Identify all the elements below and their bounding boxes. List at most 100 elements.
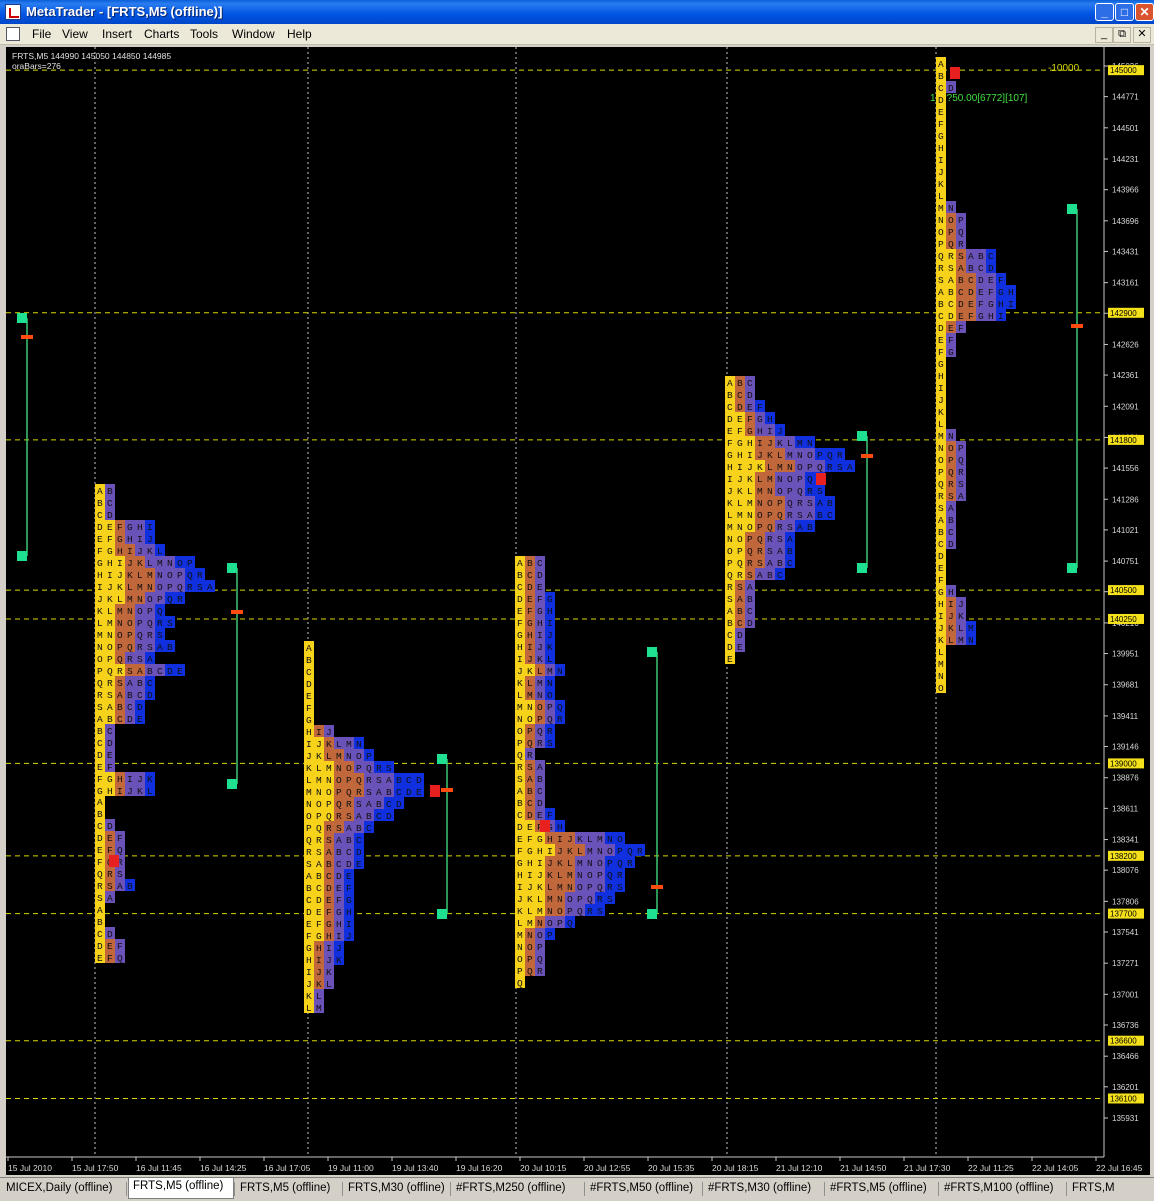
tpo-letter: L xyxy=(767,462,773,473)
chart-tab[interactable]: #FRTS,M50 (offline) xyxy=(586,1180,702,1198)
tpo-letter: A xyxy=(117,881,123,892)
tpo-letter: D xyxy=(127,714,133,725)
tpo-letter: R xyxy=(306,847,312,858)
tpo-letter: S xyxy=(817,486,823,497)
menu-help[interactable]: Help xyxy=(287,27,312,41)
tpo-letter: Q xyxy=(627,846,633,857)
tpo-letter: D xyxy=(988,263,994,274)
time-tick-label: 19 Jul 11:00 xyxy=(328,1163,374,1173)
tpo-letter: I xyxy=(336,931,342,942)
chart-tab[interactable]: FRTS,M30 (offline) xyxy=(344,1180,450,1198)
tpo-letter: A xyxy=(366,799,372,810)
tpo-letter: S xyxy=(797,510,803,521)
tpo-letter: G xyxy=(117,534,123,545)
tpo-letter: F xyxy=(316,919,322,930)
tpo-letter: A xyxy=(127,678,133,689)
menu-window[interactable]: Window xyxy=(232,27,275,41)
range-high-marker xyxy=(227,563,237,573)
tpo-letter: B xyxy=(517,570,523,581)
time-tick-label: 21 Jul 14:50 xyxy=(840,1163,887,1173)
chart-tab[interactable]: #FRTS,M30 (offline) xyxy=(704,1180,824,1198)
tpo-letter: R xyxy=(537,966,543,977)
tpo-letter: I xyxy=(137,534,143,545)
window-title: MetaTrader - [FRTS,M5 (offline)] xyxy=(26,4,223,19)
tpo-letter: G xyxy=(97,558,103,569)
tpo-letter: O xyxy=(517,726,523,737)
time-tick-label: 16 Jul 14:25 xyxy=(200,1163,247,1173)
tpo-letter: B xyxy=(807,522,813,533)
tpo-letter: B xyxy=(767,570,773,581)
tpo-letter: A xyxy=(777,546,783,557)
tpo-letter: E xyxy=(517,606,523,617)
menu-tools[interactable]: Tools xyxy=(190,27,218,41)
range-low-marker xyxy=(17,551,27,561)
tpo-letter: J xyxy=(107,582,113,593)
tpo-letter: Q xyxy=(157,606,163,617)
tpo-letter: I xyxy=(316,955,322,966)
price-level-label: 145000 xyxy=(1110,66,1137,75)
tpo-letter: C xyxy=(777,570,783,581)
chart-tab[interactable]: #FRTS,M100 (offline) xyxy=(940,1180,1066,1198)
menu-insert[interactable]: Insert xyxy=(102,27,132,41)
tpo-letter: B xyxy=(827,498,833,509)
tpo-letter: C xyxy=(517,810,523,821)
market-profile-chart[interactable]: 1450361447711445011442311439661436961434… xyxy=(6,47,1150,1175)
tpo-letter: P xyxy=(958,215,964,226)
tpo-letter: B xyxy=(948,287,954,298)
tpo-letter: O xyxy=(107,642,113,653)
tpo-letter: S xyxy=(346,811,352,822)
chart-tab[interactable]: #FRTS,M5 (offline) xyxy=(826,1180,938,1198)
chart-document-icon[interactable] xyxy=(6,27,20,41)
tpo-letter: C xyxy=(958,287,964,298)
tpo-letter: M xyxy=(316,775,322,786)
tpo-letter: R xyxy=(627,858,633,869)
tpo-letter: H xyxy=(938,599,944,610)
tpo-letter: K xyxy=(948,623,954,634)
tpo-letter: G xyxy=(326,919,332,930)
tpo-letter: S xyxy=(117,678,123,689)
close-button[interactable]: ✕ xyxy=(1135,3,1154,21)
menu-charts[interactable]: Charts xyxy=(144,27,179,41)
tpo-letter: R xyxy=(366,775,372,786)
tpo-letter: H xyxy=(517,870,523,881)
tpo-letter: N xyxy=(948,203,954,214)
tpo-letter: S xyxy=(306,859,312,870)
price-tick-label: 137001 xyxy=(1112,990,1139,999)
tpo-letter: Q xyxy=(527,738,533,749)
tpo-letter: Q xyxy=(306,835,312,846)
metatrader-app-icon[interactable] xyxy=(5,4,21,20)
tpo-letter: B xyxy=(938,71,944,82)
tab-separator xyxy=(450,1182,451,1196)
minimize-button[interactable]: _ xyxy=(1095,3,1114,21)
tpo-letter: E xyxy=(968,299,974,310)
tpo-letter: A xyxy=(97,797,103,808)
tpo-letter: C xyxy=(938,539,944,550)
chart-tab[interactable]: FRTS,M5 (offline) xyxy=(128,1178,234,1199)
maximize-button[interactable]: □ xyxy=(1115,3,1134,21)
tpo-letter: L xyxy=(316,991,322,1002)
mdi-restore-button[interactable]: ⧉ xyxy=(1113,27,1131,43)
tpo-letter: O xyxy=(117,630,123,641)
tpo-letter: N xyxy=(137,594,143,605)
chart-tab[interactable]: FRTS,M xyxy=(1068,1180,1154,1198)
tpo-letter: F xyxy=(326,907,332,918)
tpo-letter: H xyxy=(326,931,332,942)
menu-view[interactable]: View xyxy=(62,27,88,41)
tpo-letter: Q xyxy=(607,870,613,881)
tpo-letter: B xyxy=(97,809,103,820)
tpo-letter: B xyxy=(346,835,352,846)
menu-file[interactable]: File xyxy=(32,27,51,41)
poc-marker xyxy=(861,454,873,458)
chart-tab[interactable]: MICEX,Daily (offline) xyxy=(2,1180,124,1198)
tpo-letter: F xyxy=(306,931,312,942)
mdi-minimize-button[interactable]: _ xyxy=(1095,27,1113,43)
tpo-letter: P xyxy=(547,930,553,941)
chart-tab[interactable]: #FRTS,M250 (offline) xyxy=(452,1180,584,1198)
mdi-close-button[interactable]: ✕ xyxy=(1133,27,1151,43)
tpo-letter: A xyxy=(137,666,143,677)
tpo-letter: A xyxy=(968,251,974,262)
time-tick-label: 21 Jul 17:30 xyxy=(904,1163,951,1173)
tpo-letter: B xyxy=(167,642,173,653)
chart-tab[interactable]: FRTS,M5 (offline) xyxy=(236,1180,342,1198)
tpo-letter: Q xyxy=(127,642,133,653)
